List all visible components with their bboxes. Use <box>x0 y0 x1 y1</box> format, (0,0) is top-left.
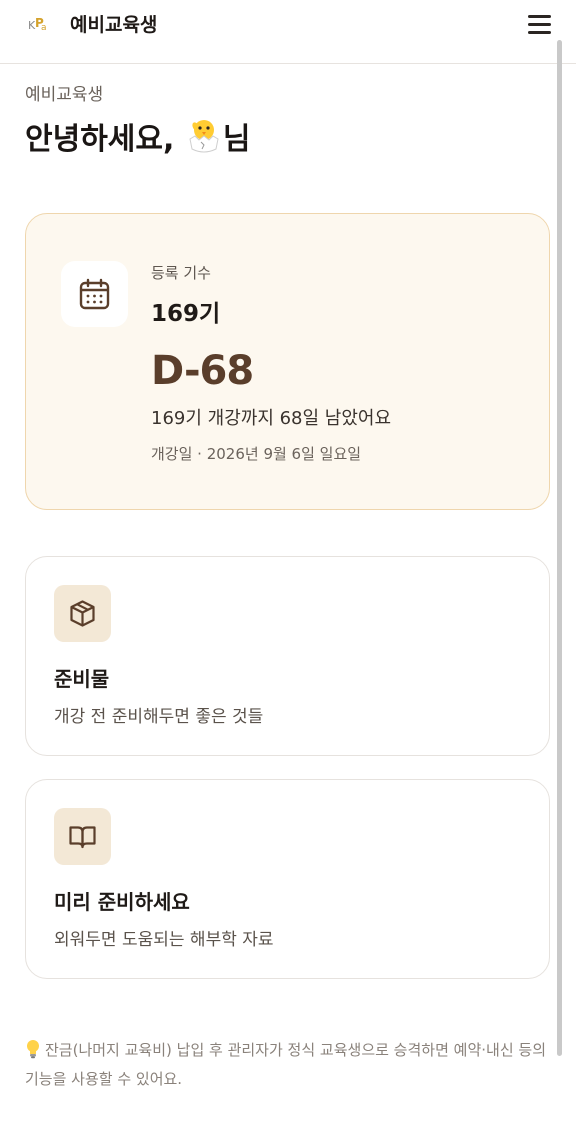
package-box-icon <box>70 600 95 627</box>
app-title: 예비교육생 <box>70 14 158 36</box>
role-label: 예비교육생 <box>25 85 104 105</box>
remaining-days-text: 169기 개강까지 68일 남았어요 <box>151 408 392 429</box>
calendar-icon-box <box>61 261 128 327</box>
hamburger-menu-icon[interactable] <box>526 12 554 38</box>
app-header: K P a 예비교육생 <box>0 0 576 64</box>
batch-label: 등록 기수 <box>151 264 211 282</box>
supplies-card[interactable]: 준비물 개강 전 준비해두면 좋은 것들 <box>25 556 550 756</box>
batch-value: 169기 <box>151 301 221 327</box>
card-description: 개강 전 준비해두면 좋은 것들 <box>54 707 264 727</box>
card-description: 외워두면 도움되는 해부학 자료 <box>54 930 274 950</box>
dday-card: 등록 기수 169기 D-68 169기 개강까지 68일 남았어요 개강일 ·… <box>25 213 550 510</box>
book-icon-box <box>54 808 111 865</box>
notice-text: 잔금(나머지 교육비) 납입 후 관리자가 정식 교육생으로 승격하면 예약·내… <box>25 1041 546 1088</box>
calendar-icon <box>79 278 110 310</box>
open-date-text: 개강일 · 2026년 9월 6일 일요일 <box>151 445 362 463</box>
dday-counter: D-68 <box>151 348 254 394</box>
card-title: 준비물 <box>54 667 110 691</box>
greeting-suffix: 님 <box>222 122 251 157</box>
open-book-icon <box>69 826 96 849</box>
kpa-logo-icon[interactable]: K P a <box>28 14 50 34</box>
lightbulb-icon <box>27 1040 39 1059</box>
hatching-chick-icon <box>189 120 219 153</box>
scrollbar[interactable] <box>557 40 562 1056</box>
promotion-notice: 잔금(나머지 교육비) 납입 후 관리자가 정식 교육생으로 승격하면 예약·내… <box>25 1036 550 1094</box>
greeting-prefix: 안녕하세요, <box>25 122 185 157</box>
greeting-heading: 안녕하세요, 님 <box>25 114 250 158</box>
prepare-ahead-card[interactable]: 미리 준비하세요 외워두면 도움되는 해부학 자료 <box>25 779 550 979</box>
card-title: 미리 준비하세요 <box>54 890 190 914</box>
svg-text:a: a <box>41 23 47 33</box>
package-icon-box <box>54 585 111 642</box>
